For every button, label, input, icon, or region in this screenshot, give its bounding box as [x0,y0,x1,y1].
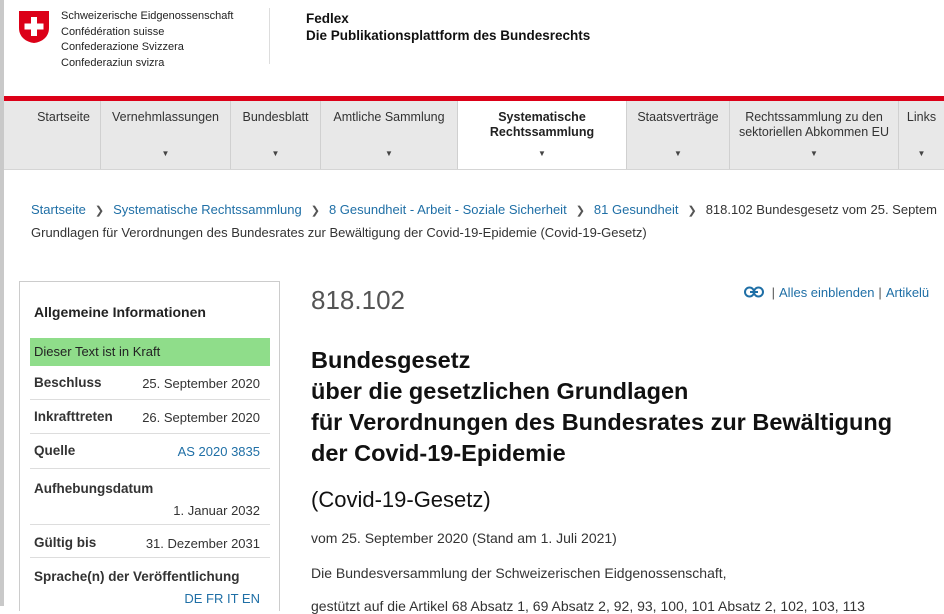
language-links[interactable]: DE FR IT EN [184,591,260,606]
breadcrumb-current: 818.102 Bundesgesetz vom 25. Septem [705,202,937,217]
nav-label: Rechtssammlung zu den sektoriellen Abkom… [738,110,890,139]
info-row-aufhebungsdatum: Aufhebungsdatum 1. Januar 2032 [30,469,270,525]
chevron-down-icon: ▼ [810,149,818,158]
confed-de: Schweizerische Eidgenossenschaft [61,10,234,22]
info-row-sprachen: Sprache(n) der Veröffentlichung DE FR IT… [30,558,270,612]
law-title-line: der Covid-19-Epidemie [311,440,566,466]
link-icon[interactable] [744,285,768,300]
chevron-down-icon: ▼ [538,149,546,158]
law-short-title: (Covid-19-Gesetz) [311,487,491,512]
info-label: Aufhebungsdatum [34,481,154,496]
confed-fr: Confédération suisse [61,25,165,38]
chevron-down-icon: ▼ [271,149,280,158]
law-date-line: vom 25. September 2020 (Stand am 1. Juli… [311,530,617,546]
nav-systematische-rechtssammlung[interactable]: Systematische Rechtssammlung ▼ [458,101,627,169]
nav-label: Startseite [37,110,90,124]
info-label: Beschluss [34,375,102,390]
confed-it: Confederazione Svizzera [61,41,184,53]
law-title-line: für Verordnungen des Bundesrates zur Bew… [311,409,893,435]
nav-label: Amtliche Sammlung [333,110,445,124]
chevron-down-icon: ▼ [917,149,926,158]
site-header: Schweizerische Eidgenossenschaft Confédé… [4,0,944,96]
info-row-inkrafttreten: Inkrafttreten 26. September 2020 [30,400,270,434]
site-name[interactable]: Fedlex [306,10,590,27]
breadcrumb-gesundheit[interactable]: 81 Gesundheit [594,202,679,217]
site-title[interactable]: Fedlex Die Publikationsplattform des Bun… [306,10,590,44]
tool-separator: | [771,285,776,300]
law-title-line: über die gesetzlichen Grundlagen [311,378,689,404]
status-badge: Dieser Text ist in Kraft [30,338,270,366]
nav-bundesblatt[interactable]: Bundesblatt ▼ [231,101,321,169]
nav-label: Links [906,110,937,124]
info-value: 31. Dezember 2031 [145,536,260,551]
breadcrumb-gesundheit-arbeit[interactable]: 8 Gesundheit - Arbeit - Soziale Sicherhe… [329,202,567,217]
nav-amtliche-sammlung[interactable]: Amtliche Sammlung ▼ [321,101,458,169]
tool-separator: | [878,285,882,300]
nav-label: Vernehmlassungen [111,110,220,124]
info-label: Quelle [34,443,76,458]
info-value: 25. September 2020 [142,376,260,391]
confederation-names: Schweizerische Eidgenossenschaft Confédé… [61,9,233,71]
chevron-right-icon: ❯ [575,205,585,217]
breadcrumb-systematische-rechtssammlung[interactable]: Systematische Rechtssammlung [113,202,302,217]
chevron-right-icon: ❯ [94,205,105,217]
sr-number: 818.102 [311,285,405,315]
breadcrumb-startseite[interactable]: Startseite [31,202,86,217]
show-all-link[interactable]: Alles einblenden [779,285,874,300]
main-nav: Startseite Vernehmlassungen ▼ Bundesblat… [4,101,944,170]
info-row-beschluss: Beschluss 25. September 2020 [30,366,270,400]
source-link[interactable]: AS 2020 3835 [178,444,260,459]
nav-links[interactable]: Links ▼ [899,101,944,169]
breadcrumb-current-cont: Grundlagen für Verordnungen des Bundesra… [31,225,647,240]
law-title: Bundesgesetz über die gesetzlichen Grund… [311,345,892,469]
preamble: Die Bundesversammlung der Schweizerische… [311,565,727,581]
info-label: Sprache(n) der Veröffentlichung [34,569,240,584]
confed-rm: Confederaziun svizra [61,56,165,69]
chevron-right-icon: ❯ [310,205,320,217]
general-info-panel: Allgemeine Informationen Dieser Text ist… [19,281,280,611]
law-title-line: Bundesgesetz [311,347,471,373]
nav-sektorielle-abkommen[interactable]: Rechtssammlung zu den sektoriellen Abkom… [730,101,899,169]
nav-staatsvertraege[interactable]: Staatsverträge ▼ [627,101,730,169]
preamble-legal-basis: gestützt auf die Artikel 68 Absatz 1, 69… [311,598,865,614]
document-tools: | Alles einblenden | Artikelü [744,285,929,300]
article-overview-link[interactable]: Artikelü [886,285,929,300]
info-row-quelle: Quelle AS 2020 3835 [30,434,270,469]
nav-label: Bundesblatt [242,110,309,124]
nav-vernehmlassungen[interactable]: Vernehmlassungen ▼ [101,101,231,169]
info-row-gueltig-bis: Gültig bis 31. Dezember 2031 [30,525,270,558]
panel-title: Allgemeine Informationen [34,304,206,320]
site-subtitle[interactable]: Die Publikationsplattform des Bundesrech… [306,27,590,44]
info-value: 26. September 2020 [142,410,260,425]
chevron-down-icon: ▼ [385,149,393,158]
nav-label: Staatsverträge [637,110,719,124]
info-value: 1. Januar 2032 [173,503,260,518]
chevron-right-icon: ❯ [687,205,697,217]
nav-label: Systematische Rechtssammlung [489,110,595,139]
header-divider [269,8,270,64]
info-label: Inkrafttreten [34,409,113,424]
info-label: Gültig bis [34,535,97,550]
breadcrumb: Startseite ❯ Systematische Rechtssammlung ❯… [31,199,944,243]
swiss-crest-icon [19,11,49,43]
chevron-down-icon: ▼ [161,149,170,158]
chevron-down-icon: ▼ [674,149,682,158]
nav-startseite[interactable]: Startseite [27,101,101,169]
